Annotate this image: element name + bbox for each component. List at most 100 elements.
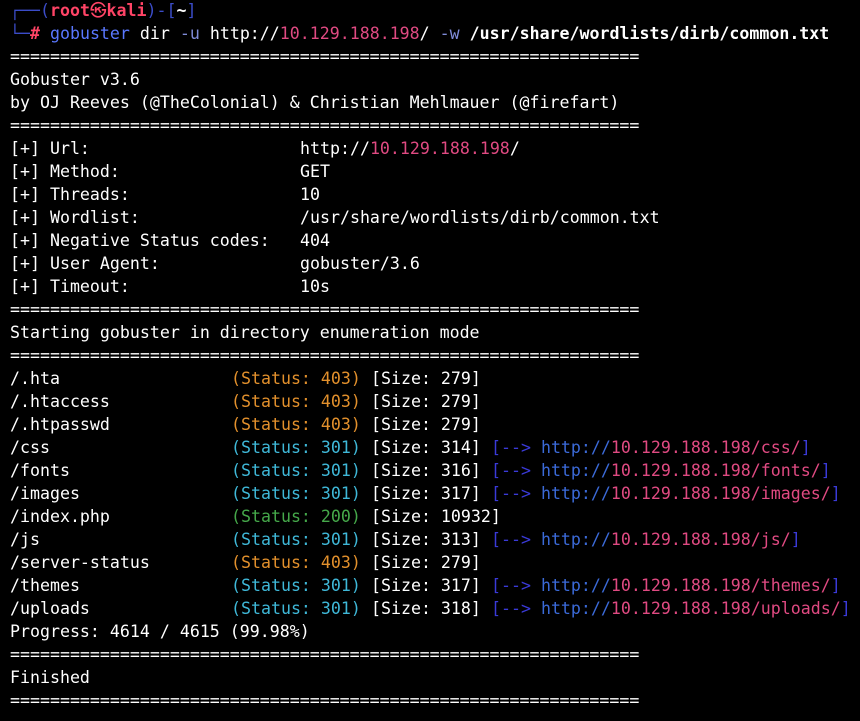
config-row: [+] Negative Status codes: 404 [10, 229, 330, 252]
config-row: [+] Method: GET [10, 160, 330, 183]
redirect-path: /images/ [750, 484, 831, 503]
result-path: /.htpasswd [10, 415, 110, 434]
result-row: /fonts (Status: 301) [Size: 316] [--> http:… [10, 459, 831, 482]
redirect-proto: http:// [540, 461, 611, 480]
separator: ========================================… [10, 116, 640, 135]
result-size: [Size: 279] [371, 415, 481, 434]
config-row: [+] Timeout: 10s [10, 275, 330, 298]
result-redirect: [--> http://10.129.188.198/js/] [491, 528, 801, 551]
redirect-ip: 10.129.188.198 [610, 461, 751, 480]
config-value: GET [300, 162, 330, 181]
result-path: /index.php [10, 507, 110, 526]
terminal-window[interactable]: ┌──(root㉿kali)-[~] └─# gobuster dir -u h… [0, 0, 860, 721]
result-path: /uploads [10, 599, 90, 618]
result-size: [Size: 279] [371, 369, 481, 388]
config-row: [+] User Agent: gobuster/3.6 [10, 252, 420, 275]
config-value: /usr/share/wordlists/dirb/common.txt [300, 208, 660, 227]
result-status: (Status: 403) [231, 369, 361, 388]
result-row: /uploads (Status: 301) [Size: 318] [--> htt… [10, 597, 851, 620]
redirect-ip: 10.129.188.198 [610, 438, 751, 457]
command-flag-u: -u [179, 24, 200, 43]
redirect-proto: http:// [540, 438, 611, 457]
redirect-path: /js/ [750, 530, 791, 549]
result-row: /.htaccess (Status: 403) [Size: 279] [10, 390, 481, 413]
result-path: /images [10, 484, 80, 503]
redirect-close: ] [840, 599, 851, 618]
result-size: [Size: 314] [371, 438, 481, 457]
result-row: /server-status (Status: 403) [Size: 279] [10, 551, 481, 574]
result-redirect: [--> http://10.129.188.198/fonts/] [491, 459, 831, 482]
redirect-arrow: [--> [491, 576, 541, 595]
result-row: /css (Status: 301) [Size: 314] [--> http://… [10, 436, 811, 459]
prompt-corner-top: ┌──( [10, 1, 50, 20]
redirect-ip: 10.129.188.198 [610, 599, 751, 618]
config-value: 10 [300, 185, 320, 204]
config-url-ip: 10.129.188.198 [369, 139, 510, 158]
result-size: [Size: 317] [371, 576, 481, 595]
result-path: /.htaccess [10, 392, 110, 411]
progress-text: Progress: 4614 / 4615 (99.98%) [10, 622, 310, 641]
banner-title: Gobuster v3.6 [10, 70, 140, 89]
config-key: [+] Method: [10, 162, 120, 181]
config-row: [+] Threads: 10 [10, 183, 320, 206]
config-url-suffix: / [509, 139, 520, 158]
result-row: /index.php (Status: 200) [Size: 10932] [10, 505, 501, 528]
prompt-host: kali [106, 1, 147, 20]
result-path: /css [10, 438, 50, 457]
result-status: (Status: 301) [231, 599, 361, 618]
prompt-header: ┌──(root㉿kali)-[~] [10, 0, 196, 22]
redirect-arrow: [--> [491, 461, 541, 480]
result-row: /images (Status: 301) [Size: 317] [--> http… [10, 482, 841, 505]
config-value: 10s [300, 277, 330, 296]
redirect-path: /themes/ [750, 576, 831, 595]
result-status: (Status: 301) [231, 461, 361, 480]
config-key: [+] Wordlist: [10, 208, 140, 227]
result-path: /themes [10, 576, 80, 595]
prompt-user: root [49, 1, 90, 20]
result-status: (Status: 403) [231, 553, 361, 572]
result-size: [Size: 317] [371, 484, 481, 503]
prompt-mid: )-[ [146, 1, 177, 20]
result-redirect: [--> http://10.129.188.198/css/] [491, 436, 811, 459]
result-redirect: [--> http://10.129.188.198/images/] [491, 482, 841, 505]
command-line[interactable]: └─# gobuster dir -u http://10.129.188.19… [10, 22, 829, 45]
redirect-arrow: [--> [491, 484, 541, 503]
redirect-proto: http:// [540, 530, 611, 549]
config-key: [+] Timeout: [10, 277, 130, 296]
result-path: /.hta [10, 369, 60, 388]
config-key: [+] Negative Status codes: [10, 231, 270, 250]
config-url-prefix: http:// [300, 139, 370, 158]
result-size: [Size: 318] [371, 599, 481, 618]
command-url-prefix: http:// [199, 24, 280, 43]
redirect-path: /css/ [750, 438, 801, 457]
result-size: [Size: 279] [371, 553, 481, 572]
redirect-arrow: [--> [491, 530, 541, 549]
redirect-proto: http:// [540, 484, 611, 503]
config-value: gobuster/3.6 [300, 254, 420, 273]
prompt-corner-bottom: └─ [10, 24, 30, 43]
command-flag-w: -w [439, 24, 460, 43]
prompt-close: ] [186, 1, 197, 20]
separator: ========================================… [10, 691, 640, 710]
redirect-ip: 10.129.188.198 [610, 576, 751, 595]
mode-text: Starting gobuster in directory enumerati… [10, 323, 480, 342]
result-status: (Status: 200) [231, 507, 361, 526]
result-path: /fonts [10, 461, 70, 480]
result-row: /.htpasswd (Status: 403) [Size: 279] [10, 413, 481, 436]
command-url-suffix: / [419, 24, 440, 43]
result-path: /js [10, 530, 40, 549]
config-value: 404 [300, 231, 330, 250]
result-status: (Status: 403) [231, 415, 361, 434]
result-row: /themes (Status: 301) [Size: 317] [--> http… [10, 574, 841, 597]
config-key: [+] Threads: [10, 185, 130, 204]
redirect-close: ] [830, 576, 841, 595]
redirect-close: ] [830, 484, 841, 503]
result-status: (Status: 301) [231, 484, 361, 503]
config-row: [+] Url: http://10.129.188.198/ [10, 137, 520, 160]
redirect-proto: http:// [540, 576, 611, 595]
result-redirect: [--> http://10.129.188.198/uploads/] [491, 597, 851, 620]
prompt-at-icon: ㉿ [89, 1, 107, 20]
result-status: (Status: 301) [231, 530, 361, 549]
redirect-ip: 10.129.188.198 [610, 484, 751, 503]
prompt-cwd: ~ [176, 1, 187, 20]
